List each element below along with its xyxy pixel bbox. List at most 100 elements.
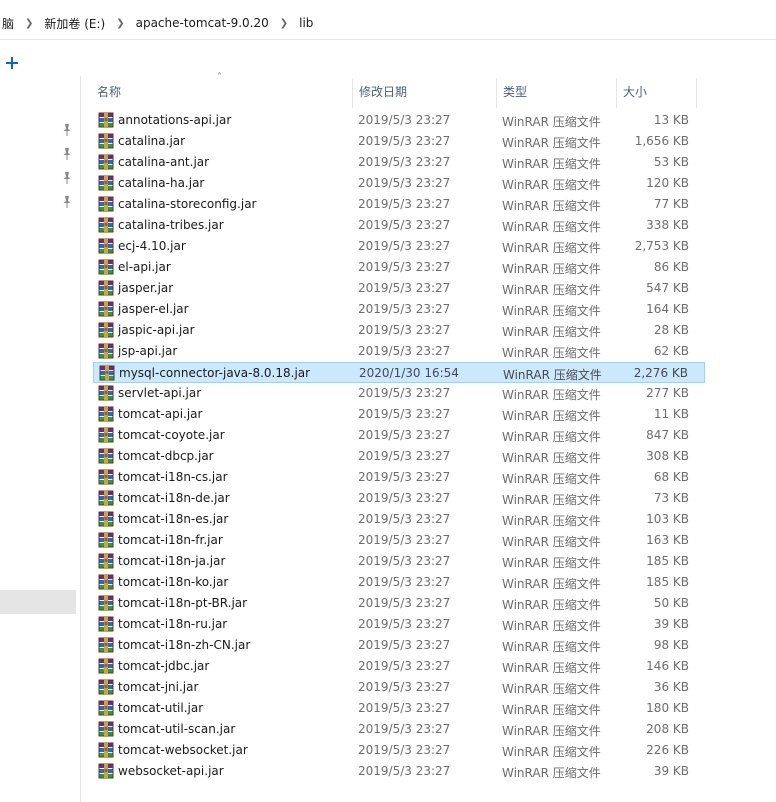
chevron-right-icon[interactable]: ❯ — [16, 18, 42, 29]
file-row[interactable]: tomcat-i18n-ja.jar 2019/5/3 23:27 WinRAR 压… — [93, 551, 705, 572]
file-name: servlet-api.jar — [118, 386, 202, 400]
file-row[interactable]: jasper-el.jar 2019/5/3 23:27 WinRAR 压缩文件 16… — [93, 299, 705, 320]
file-size: 146 KB — [646, 659, 689, 673]
file-name: catalina-ant.jar — [118, 155, 210, 169]
winrar-archive-icon — [98, 637, 114, 653]
file-row[interactable]: tomcat-i18n-fr.jar 2019/5/3 23:27 WinRAR 压… — [93, 530, 705, 551]
file-row[interactable]: jasper.jar 2019/5/3 23:27 WinRAR 压缩文件 547 K… — [93, 278, 705, 299]
file-name: catalina.jar — [118, 134, 186, 148]
file-modified-date: 2019/5/3 23:27 — [358, 554, 451, 568]
chevron-right-icon[interactable]: ❯ — [271, 18, 297, 29]
file-rows: annotations-api.jar 2019/5/3 23:27 WinRAR … — [81, 110, 776, 782]
file-modified-date: 2019/5/3 23:27 — [358, 764, 451, 778]
file-modified-date: 2019/5/3 23:27 — [358, 743, 451, 757]
file-size: 2,753 KB — [634, 239, 689, 253]
file-size: 53 KB — [653, 155, 689, 169]
chevron-right-icon[interactable]: ❯ — [107, 18, 133, 29]
file-name: tomcat-i18n-es.jar — [118, 512, 229, 526]
file-type: WinRAR 压缩文件 — [502, 199, 601, 213]
file-row[interactable]: catalina-tribes.jar 2019/5/3 23:27 WinRAR … — [93, 215, 705, 236]
file-row[interactable]: tomcat-i18n-pt-BR.jar 2019/5/3 23:27 WinRA… — [93, 593, 705, 614]
file-modified-date: 2019/5/3 23:27 — [358, 638, 451, 652]
breadcrumb-item-drive[interactable]: 新加卷 (E:) — [42, 15, 107, 32]
file-row[interactable]: websocket-api.jar 2019/5/3 23:27 WinRAR 压缩… — [93, 761, 705, 782]
file-name: catalina-ha.jar — [118, 176, 205, 190]
file-row[interactable]: tomcat-dbcp.jar 2019/5/3 23:27 WinRAR 压缩文件… — [93, 446, 705, 467]
file-row[interactable]: mysql-connector-java-8.0.18.jar 2020/1/30… — [93, 362, 705, 383]
file-type: WinRAR 压缩文件 — [502, 577, 601, 591]
file-row[interactable]: tomcat-i18n-cs.jar 2019/5/3 23:27 WinRAR 压… — [93, 467, 705, 488]
file-modified-date: 2019/5/3 23:27 — [358, 449, 451, 463]
file-row[interactable]: catalina-ha.jar 2019/5/3 23:27 WinRAR 压缩文件… — [93, 173, 705, 194]
file-type: WinRAR 压缩文件 — [502, 619, 601, 633]
pin-icon[interactable] — [62, 196, 72, 208]
breadcrumb-item-lib[interactable]: lib — [297, 16, 315, 30]
column-header-type[interactable]: 类型 — [497, 78, 617, 108]
column-header-type-label: 类型 — [503, 85, 528, 99]
winrar-archive-icon — [98, 553, 114, 569]
file-size: 50 KB — [653, 596, 689, 610]
column-header-name[interactable]: 名称 — [91, 78, 353, 108]
file-row[interactable]: tomcat-util.jar 2019/5/3 23:27 WinRAR 压缩文件… — [93, 698, 705, 719]
navigation-pane[interactable] — [0, 40, 80, 802]
file-row[interactable]: jaspic-api.jar 2019/5/3 23:27 WinRAR 压缩文件 2… — [93, 320, 705, 341]
file-size: 277 KB — [646, 386, 689, 400]
file-name: catalina-storeconfig.jar — [118, 197, 257, 211]
file-row[interactable]: tomcat-util-scan.jar 2019/5/3 23:27 WinRAR… — [93, 719, 705, 740]
file-row[interactable]: tomcat-i18n-de.jar 2019/5/3 23:27 WinRAR 压… — [93, 488, 705, 509]
pin-icon[interactable] — [62, 124, 72, 136]
file-row[interactable]: catalina-storeconfig.jar 2019/5/3 23:27 Wi… — [93, 194, 705, 215]
winrar-archive-icon — [98, 406, 114, 422]
column-header-date-label: 修改日期 — [359, 85, 408, 99]
winrar-archive-icon — [98, 574, 114, 590]
file-row[interactable]: catalina.jar 2019/5/3 23:27 WinRAR 压缩文件 1,6… — [93, 131, 705, 152]
file-row[interactable]: el-api.jar 2019/5/3 23:27 WinRAR 压缩文件 86 KB — [93, 257, 705, 278]
nav-selected-item[interactable] — [0, 590, 76, 614]
file-name: jasper.jar — [118, 281, 174, 295]
address-bar[interactable]: 脑 ❯ 新加卷 (E:) ❯ apache-tomcat-9.0.20 ❯ li… — [0, 0, 776, 40]
file-row[interactable]: jsp-api.jar 2019/5/3 23:27 WinRAR 压缩文件 62 K… — [93, 341, 705, 362]
file-name: tomcat-i18n-ru.jar — [118, 617, 228, 631]
file-list[interactable]: 名称 ˄ 修改日期 类型 大小 annotations-api.jar 2019/… — [80, 72, 776, 802]
file-row[interactable]: tomcat-websocket.jar 2019/5/3 23:27 WinRAR… — [93, 740, 705, 761]
file-row[interactable]: tomcat-jdbc.jar 2019/5/3 23:27 WinRAR 压缩文件… — [93, 656, 705, 677]
file-type: WinRAR 压缩文件 — [502, 388, 601, 402]
file-size: 13 KB — [653, 113, 689, 127]
file-name: tomcat-i18n-ja.jar — [118, 554, 226, 568]
pin-icon[interactable] — [62, 148, 72, 160]
sort-ascending-icon: ˄ — [217, 72, 222, 83]
file-row[interactable]: tomcat-i18n-es.jar 2019/5/3 23:27 WinRAR 压… — [93, 509, 705, 530]
file-type: WinRAR 压缩文件 — [503, 368, 602, 382]
file-row[interactable]: ecj-4.10.jar 2019/5/3 23:27 WinRAR 压缩文件 2,7… — [93, 236, 705, 257]
winrar-archive-icon — [98, 343, 114, 359]
file-row[interactable]: tomcat-i18n-zh-CN.jar 2019/5/3 23:27 WinRA… — [93, 635, 705, 656]
breadcrumb-item-this-pc[interactable]: 脑 — [0, 15, 16, 32]
file-name: ecj-4.10.jar — [118, 239, 186, 253]
file-row[interactable]: tomcat-coyote.jar 2019/5/3 23:27 WinRAR 压缩… — [93, 425, 705, 446]
file-size: 28 KB — [653, 323, 689, 337]
file-type: WinRAR 压缩文件 — [502, 598, 601, 612]
file-type: WinRAR 压缩文件 — [502, 178, 601, 192]
file-row[interactable]: catalina-ant.jar 2019/5/3 23:27 WinRAR 压缩文… — [93, 152, 705, 173]
winrar-archive-icon — [98, 742, 114, 758]
file-size: 103 KB — [646, 512, 689, 526]
file-row[interactable]: tomcat-api.jar 2019/5/3 23:27 WinRAR 压缩文件 1… — [93, 404, 705, 425]
plus-icon[interactable] — [6, 56, 20, 70]
file-name: jasper-el.jar — [118, 302, 189, 316]
file-size: 120 KB — [646, 176, 689, 190]
file-type: WinRAR 压缩文件 — [502, 241, 601, 255]
pin-icon[interactable] — [62, 172, 72, 184]
winrar-archive-icon — [98, 469, 114, 485]
file-modified-date: 2019/5/3 23:27 — [358, 155, 451, 169]
file-modified-date: 2019/5/3 23:27 — [358, 596, 451, 610]
file-name: mysql-connector-java-8.0.18.jar — [119, 366, 311, 380]
file-row[interactable]: servlet-api.jar 2019/5/3 23:27 WinRAR 压缩文件… — [93, 383, 705, 404]
file-row[interactable]: tomcat-i18n-ru.jar 2019/5/3 23:27 WinRAR 压… — [93, 614, 705, 635]
breadcrumb-item-tomcat[interactable]: apache-tomcat-9.0.20 — [134, 16, 271, 30]
file-row[interactable]: annotations-api.jar 2019/5/3 23:27 WinRAR … — [93, 110, 705, 131]
file-size: 164 KB — [646, 302, 689, 316]
file-row[interactable]: tomcat-jni.jar 2019/5/3 23:27 WinRAR 压缩文件 3… — [93, 677, 705, 698]
column-header-size[interactable]: 大小 — [617, 78, 697, 108]
column-header-date[interactable]: 修改日期 — [353, 78, 497, 108]
file-row[interactable]: tomcat-i18n-ko.jar 2019/5/3 23:27 WinRAR 压… — [93, 572, 705, 593]
